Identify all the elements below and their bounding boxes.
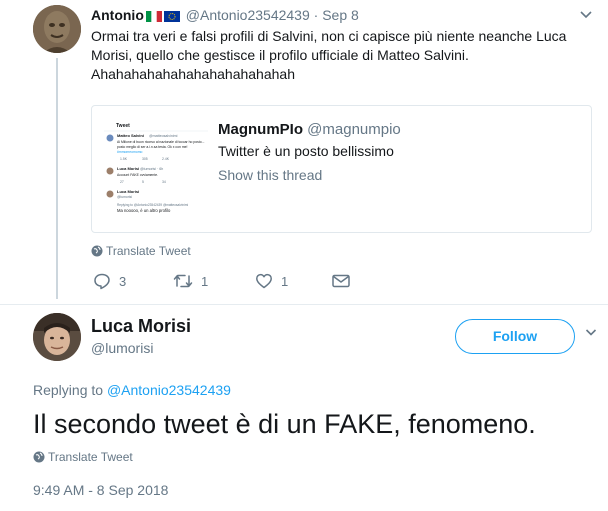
svg-text:Ma nooooo, è un altro profilo: Ma nooooo, è un altro profilo [117, 208, 171, 213]
svg-text:Luca Morisi: Luca Morisi [117, 166, 139, 171]
svg-text:Luca Morisi: Luca Morisi [117, 189, 139, 194]
tweet-antonio[interactable]: Antonio @Antonio23542439 · Sep 8 Ormai t… [0, 0, 608, 300]
svg-text:#mmomeomomo: #mmomeomomo [117, 150, 143, 154]
retweet-count: 1 [201, 274, 209, 289]
tweet-date[interactable]: Sep 8 [322, 7, 359, 23]
replying-to: Replying to @Antonio23542439 [33, 381, 231, 399]
tweet-text: Il secondo tweet è di un FAKE, fenomeno. [33, 409, 536, 439]
svg-text:5: 5 [142, 180, 144, 184]
author-name[interactable]: Antonio [91, 7, 144, 23]
quoted-tweet-card[interactable]: Tweet Matteo Salvini @matteosalvinimi Ai… [91, 105, 592, 233]
separator-dot: · [313, 7, 319, 23]
replying-to-link[interactable]: @Antonio23542439 [107, 382, 231, 398]
retweet-icon [173, 274, 193, 288]
divider [0, 304, 608, 305]
svg-text:34: 34 [162, 180, 166, 184]
like-button[interactable]: 1 [255, 272, 288, 292]
translate-tweet-link[interactable]: Translate Tweet [91, 243, 191, 259]
flag-emojis [145, 8, 182, 26]
avatar[interactable] [33, 313, 81, 361]
retweet-button[interactable]: 1 [173, 272, 208, 292]
like-count: 1 [281, 274, 289, 289]
globe-icon [33, 451, 45, 463]
eu-flag-icon [163, 11, 180, 22]
svg-text:Replying to @Antonio23542439 @: Replying to @Antonio23542439 @matteosalv… [117, 203, 188, 207]
tweet-header: Antonio @Antonio23542439 · Sep 8 [91, 6, 359, 26]
svg-text:@matteosalvinimi: @matteosalvinimi [149, 134, 178, 138]
svg-text:posto meglio di ser a.i.n.sa t: posto meglio di ser a.i.n.sa testa. Ok x… [117, 145, 188, 149]
svg-text:@lumorisi · 6h: @lumorisi · 6h [140, 167, 163, 171]
reply-button[interactable]: 3 [93, 272, 126, 292]
reply-icon [94, 273, 110, 290]
quoted-tweet-text: Twitter è un posto bellissimo [218, 143, 394, 159]
tweet-text: Ormai tra veri e falsi profili di Salvin… [91, 28, 567, 82]
svg-text:@lumorisi: @lumorisi [117, 195, 132, 199]
replying-prefix: Replying to [33, 382, 104, 398]
italy-flag-icon [145, 11, 162, 22]
svg-text:Ai Milione di buon ricorso al: Ai Milione di buon ricorso al nazionale … [117, 140, 205, 144]
quoted-author-handle[interactable]: @magnumpio [307, 121, 401, 138]
svg-text:1.5K: 1.5K [120, 157, 128, 161]
tweet-timestamp[interactable]: 9:49 AM - 8 Sep 2018 [33, 481, 168, 499]
svg-text:Matteo Salvini: Matteo Salvini [117, 133, 144, 138]
heart-icon [256, 273, 272, 289]
author-name[interactable]: Luca Morisi [91, 315, 191, 337]
svg-text:305: 305 [142, 157, 148, 161]
quoted-author-name[interactable]: MagnumPIo [218, 121, 303, 138]
author-handle[interactable]: @lumorisi [91, 339, 153, 357]
chevron-down-icon[interactable] [584, 325, 598, 339]
globe-icon [91, 245, 103, 257]
svg-text:27: 27 [120, 180, 124, 184]
svg-text:2.4K: 2.4K [162, 157, 170, 161]
quoted-tweet-thumbnail: Tweet Matteo Salvini @matteosalvinimi Ai… [104, 118, 208, 222]
author-handle[interactable]: @Antonio23542439 [186, 7, 310, 23]
translate-label: Translate Tweet [48, 450, 133, 464]
show-thread-link[interactable]: Show this thread [218, 166, 322, 185]
envelope-icon [332, 274, 350, 288]
avatar[interactable] [33, 5, 81, 53]
follow-button[interactable]: Follow [455, 319, 575, 354]
reply-count: 3 [119, 274, 127, 289]
quoted-author: MagnumPIo @magnumpio [218, 120, 401, 140]
translate-label: Translate Tweet [106, 244, 191, 258]
thumb-title: Tweet [116, 123, 130, 129]
chevron-down-icon[interactable] [578, 6, 594, 22]
svg-text:Account FAKE ovviamente.: Account FAKE ovviamente. [117, 173, 158, 177]
direct-message-button[interactable] [331, 272, 359, 292]
thread-line [56, 58, 58, 299]
translate-tweet-link[interactable]: Translate Tweet [33, 449, 133, 465]
